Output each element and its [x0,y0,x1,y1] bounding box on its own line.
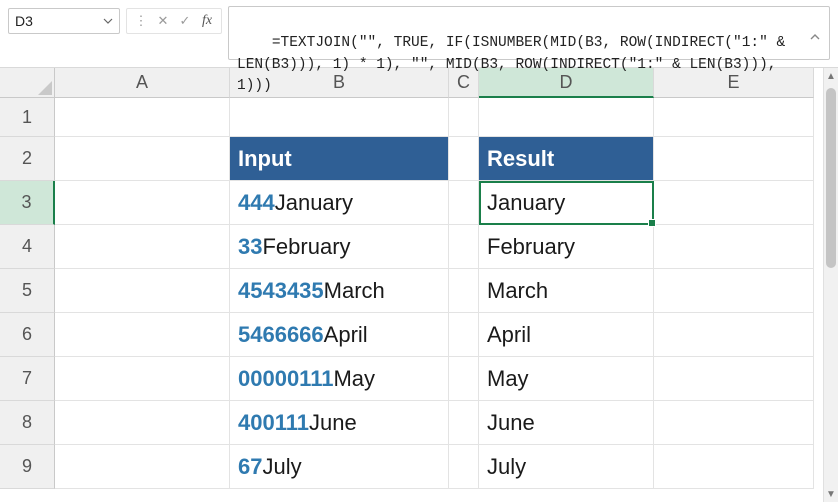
cell-C7[interactable] [449,357,479,401]
cell-A9[interactable] [55,445,230,489]
scroll-up-icon[interactable]: ▲ [824,68,838,84]
cell-D2-header[interactable]: Result [479,137,654,181]
cell-D5[interactable]: March [479,269,654,313]
cell-A8[interactable] [55,401,230,445]
cell-B5[interactable]: 4543435March [230,269,449,313]
cell-E5[interactable] [654,269,814,313]
cell-D4[interactable]: February [479,225,654,269]
scroll-down-icon[interactable]: ▼ [824,486,838,502]
cell-C5[interactable] [449,269,479,313]
cell-D7[interactable]: May [479,357,654,401]
row-header-5[interactable]: 5 [0,269,55,313]
cell-D9[interactable]: July [479,445,654,489]
row-header-8[interactable]: 8 [0,401,55,445]
cell-C3[interactable] [449,181,479,225]
row-header-9[interactable]: 9 [0,445,55,489]
scrollbar-thumb[interactable] [826,88,836,268]
cell-B6[interactable]: 5466666April [230,313,449,357]
cells-area[interactable]: Input Result 444January January 33Februa… [55,98,814,489]
row-header-3[interactable]: 3 [0,181,55,225]
cell-A2[interactable] [55,137,230,181]
cell-D3[interactable]: January [479,181,654,225]
row-header-1[interactable]: 1 [0,98,55,137]
cell-E7[interactable] [654,357,814,401]
cell-D8[interactable]: June [479,401,654,445]
accept-icon[interactable]: ✓ [175,11,195,31]
cell-B3[interactable]: 444January [230,181,449,225]
cell-E8[interactable] [654,401,814,445]
cell-E2[interactable] [654,137,814,181]
cell-B5-num: 4543435 [238,278,324,304]
cell-A3[interactable] [55,181,230,225]
cell-E9[interactable] [654,445,814,489]
cell-A6[interactable] [55,313,230,357]
cell-B7-text: May [333,366,375,392]
select-all-corner[interactable] [0,68,55,98]
cell-A5[interactable] [55,269,230,313]
cell-C6[interactable] [449,313,479,357]
cell-B7-num: 00000111 [238,366,333,392]
cell-B9-num: 67 [238,454,262,480]
cell-B4-text: February [262,234,350,260]
row-headers: 1 2 3 4 5 6 7 8 9 [0,98,55,489]
cell-B3-text: January [275,190,353,216]
row-header-4[interactable]: 4 [0,225,55,269]
cell-B5-text: March [324,278,385,304]
cancel-icon[interactable]: ✕ [153,11,173,31]
cell-B8-text: June [309,410,357,436]
cell-A4[interactable] [55,225,230,269]
fx-icon[interactable]: fx [197,11,217,31]
cell-B9-text: July [262,454,301,480]
cell-D6[interactable]: April [479,313,654,357]
cell-C2[interactable] [449,137,479,181]
cell-D1[interactable] [479,98,654,137]
row-header-2[interactable]: 2 [0,137,55,181]
cell-B4-num: 33 [238,234,262,260]
formula-buttons: ⋮ ✕ ✓ fx [126,8,222,34]
cell-B6-text: April [324,322,368,348]
grid: A B C D E 1 2 3 4 5 6 7 8 9 [0,68,838,502]
name-box[interactable]: D3 [8,8,120,34]
name-box-value: D3 [15,13,33,29]
cell-B2-header[interactable]: Input [230,137,449,181]
col-header-A[interactable]: A [55,68,230,98]
cell-B9[interactable]: 67July [230,445,449,489]
cell-E1[interactable] [654,98,814,137]
vertical-scrollbar[interactable]: ▲ ▼ [823,68,838,502]
dots-icon[interactable]: ⋮ [131,11,151,31]
chevron-down-icon[interactable] [103,13,113,29]
row-header-6[interactable]: 6 [0,313,55,357]
cell-C8[interactable] [449,401,479,445]
cell-A7[interactable] [55,357,230,401]
expand-up-icon[interactable] [766,13,821,67]
formula-input[interactable]: =TEXTJOIN("", TRUE, IF(ISNUMBER(MID(B3, … [228,6,830,60]
cell-B1[interactable] [230,98,449,137]
cell-C1[interactable] [449,98,479,137]
cell-B7[interactable]: 00000111May [230,357,449,401]
cell-C9[interactable] [449,445,479,489]
cell-E6[interactable] [654,313,814,357]
cell-B4[interactable]: 33February [230,225,449,269]
cell-C4[interactable] [449,225,479,269]
cell-B3-num: 444 [238,190,275,216]
cell-B6-num: 5466666 [238,322,324,348]
cell-B8[interactable]: 400111June [230,401,449,445]
cell-E4[interactable] [654,225,814,269]
row-header-7[interactable]: 7 [0,357,55,401]
cell-A1[interactable] [55,98,230,137]
cell-E3[interactable] [654,181,814,225]
cell-B8-num: 400111 [238,410,309,436]
formula-bar: D3 ⋮ ✕ ✓ fx =TEXTJOIN("", TRUE, IF(ISNUM… [0,0,838,68]
